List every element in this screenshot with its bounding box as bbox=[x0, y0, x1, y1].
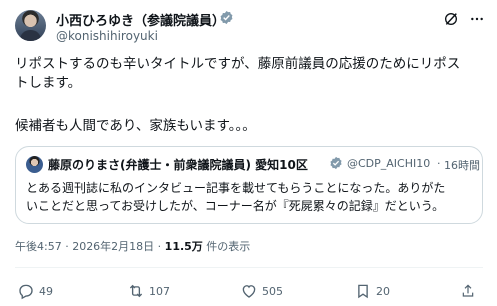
quoted-text-line: いことだと思ってお受けしたが、コーナー名が『死屍累々の記録』だという。 bbox=[26, 199, 445, 213]
quoted-text-line: とある週刊誌に私のインタビュー記事を載せてもらうことになった。ありがた bbox=[26, 181, 446, 195]
share-icon[interactable] bbox=[460, 282, 476, 300]
quoted-avatar bbox=[26, 156, 43, 173]
quoted-post[interactable]: 藤原のりまさ(弁護士・前衆議院議員) 愛知10区 @CDP_AICHI10 · … bbox=[15, 146, 483, 224]
post-timestamp[interactable]: 午後4:57 · 2026年2月18日 · bbox=[15, 240, 165, 253]
like-count: 505 bbox=[262, 284, 283, 298]
divider bbox=[15, 267, 483, 268]
post-text-line: 候補者も人間であり、家族もいます。。。 bbox=[15, 118, 256, 134]
reply-button[interactable]: 49 bbox=[17, 282, 53, 300]
more-options-icon[interactable] bbox=[468, 11, 486, 27]
heart-icon bbox=[242, 285, 256, 298]
bookmark-outline-icon bbox=[358, 284, 368, 299]
repost-button[interactable]: 107 bbox=[127, 282, 170, 300]
quoted-author-handle: @CDP_AICHI10 bbox=[347, 157, 431, 170]
quoted-author-name: 藤原のりまさ(弁護士・前衆議院議員) 愛知10区 bbox=[48, 158, 308, 172]
reply-count: 49 bbox=[39, 284, 53, 298]
avatar-figure bbox=[20, 30, 41, 41]
views-label: 件の表示 bbox=[202, 240, 251, 253]
post: 小西ひろゆき（参議院議員） @konishihiroyuki リポストするのも辛… bbox=[0, 0, 497, 306]
grok-icon[interactable] bbox=[443, 11, 459, 27]
views-count: 11.5万 bbox=[164, 240, 203, 253]
like-button[interactable]: 505 bbox=[240, 282, 283, 300]
reply-icon bbox=[19, 284, 33, 300]
post-text-line: リポストするのも辛いタイトルですが、藤原前議員の応援のためにリポス bbox=[15, 56, 461, 72]
repost-count: 107 bbox=[149, 284, 170, 298]
author-name[interactable]: 小西ひろゆき（参議院議員） bbox=[56, 10, 225, 29]
post-text-line: トします。 bbox=[15, 75, 82, 91]
quoted-separator: · bbox=[437, 157, 441, 170]
author-handle[interactable]: @konishihiroyuki bbox=[56, 29, 158, 43]
post-meta: 午後4:57 · 2026年2月18日 · 11.5万 件の表示 bbox=[15, 238, 250, 254]
bookmark-count: 20 bbox=[376, 284, 390, 298]
quoted-time: 16時間 bbox=[444, 159, 480, 172]
repost-icon bbox=[129, 284, 143, 298]
quoted-verified-badge-icon bbox=[330, 156, 342, 170]
avatar[interactable] bbox=[15, 10, 46, 41]
verified-badge-icon bbox=[220, 10, 233, 25]
bookmark-count-button[interactable]: 20 bbox=[354, 282, 390, 300]
